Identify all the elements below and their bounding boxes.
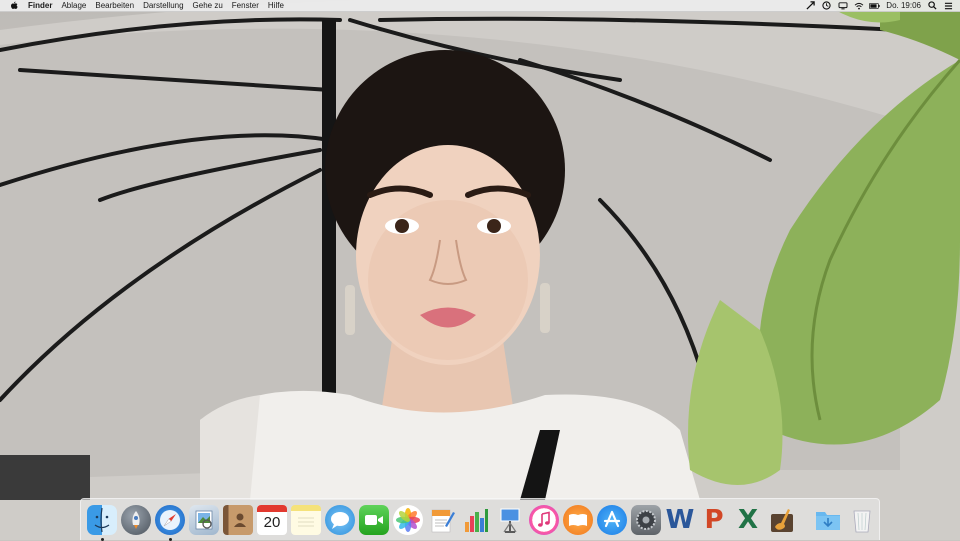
menu-gehe-zu[interactable]: Gehe zu bbox=[193, 0, 223, 11]
dock-item-photos[interactable] bbox=[393, 504, 423, 535]
dock-item-garageband[interactable] bbox=[767, 505, 797, 535]
dock-item-powerpoint[interactable]: P bbox=[699, 505, 729, 535]
powerpoint-icon: P bbox=[704, 504, 724, 535]
dock-item-safari[interactable] bbox=[155, 504, 185, 541]
display-icon[interactable] bbox=[837, 1, 848, 10]
trash-icon bbox=[853, 510, 871, 532]
apple-logo-icon[interactable] bbox=[10, 1, 20, 11]
running-indicator bbox=[169, 537, 172, 541]
dock-item-pages[interactable] bbox=[427, 505, 457, 535]
system-preferences-icon bbox=[636, 509, 656, 530]
menu-hilfe[interactable]: Hilfe bbox=[268, 0, 284, 11]
list-icon[interactable] bbox=[943, 1, 954, 10]
app-store-icon bbox=[603, 510, 621, 527]
dock-item-word[interactable]: W bbox=[665, 505, 695, 535]
numbers-icon bbox=[465, 508, 488, 532]
dock-item-excel[interactable]: X bbox=[733, 505, 763, 535]
dock-item-calendar[interactable]: 20 bbox=[257, 504, 287, 535]
dock-item-launchpad[interactable] bbox=[121, 504, 151, 535]
menu-bearbeiten[interactable]: Bearbeiten bbox=[95, 0, 134, 11]
dock: 20 W P X bbox=[80, 498, 880, 541]
notes-icon bbox=[298, 517, 314, 526]
calendar-header bbox=[257, 504, 287, 512]
ibooks-icon bbox=[569, 513, 587, 526]
running-indicator bbox=[101, 537, 104, 541]
dock-item-downloads[interactable] bbox=[813, 505, 843, 535]
menu-ablage[interactable]: Ablage bbox=[61, 0, 86, 11]
dock-item-numbers[interactable] bbox=[461, 505, 491, 535]
downloads-folder-icon bbox=[816, 511, 840, 530]
dock-item-preview[interactable] bbox=[189, 504, 219, 535]
dock-item-itunes[interactable] bbox=[529, 504, 559, 535]
scroll-arrow-icon[interactable] bbox=[805, 1, 816, 10]
wallpaper-photo bbox=[0, 0, 960, 540]
keynote-icon bbox=[500, 508, 520, 533]
photos-icon bbox=[396, 507, 420, 532]
dock-item-app-store[interactable] bbox=[597, 504, 627, 535]
itunes-icon bbox=[538, 511, 550, 527]
menu-app-name[interactable]: Finder bbox=[28, 0, 52, 11]
desktop-wallpaper bbox=[0, 0, 960, 540]
menu-fenster[interactable]: Fenster bbox=[232, 0, 259, 11]
launchpad-icon bbox=[132, 510, 140, 529]
garageband-icon bbox=[771, 508, 793, 532]
dock-item-messages[interactable] bbox=[325, 504, 355, 535]
dock-item-contacts[interactable] bbox=[223, 504, 253, 535]
menu-bar-status-area: Do. 19:06 bbox=[800, 0, 954, 11]
dock-item-notes[interactable] bbox=[291, 504, 321, 535]
calendar-date: 20 bbox=[263, 514, 281, 531]
word-icon: W bbox=[665, 504, 695, 535]
messages-icon bbox=[331, 511, 349, 529]
dock-item-ibooks[interactable] bbox=[563, 504, 593, 535]
menu-bar-clock[interactable]: Do. 19:06 bbox=[886, 0, 921, 11]
wifi-icon[interactable] bbox=[853, 1, 864, 10]
time-machine-icon[interactable] bbox=[821, 1, 832, 10]
pages-icon bbox=[431, 509, 455, 532]
safari-icon bbox=[160, 509, 180, 530]
dock-item-facetime[interactable] bbox=[359, 504, 389, 535]
preview-icon bbox=[195, 510, 213, 529]
dock-item-trash[interactable] bbox=[847, 505, 877, 535]
facetime-icon bbox=[365, 514, 383, 525]
contacts-icon bbox=[234, 513, 246, 527]
finder-icon bbox=[94, 507, 110, 532]
dock-item-system-preferences[interactable] bbox=[631, 504, 661, 535]
battery-icon[interactable] bbox=[869, 1, 880, 10]
dock-item-finder[interactable] bbox=[87, 504, 117, 541]
search-icon[interactable] bbox=[927, 1, 938, 10]
menu-bar: Finder Ablage Bearbeiten Darstellung Geh… bbox=[0, 0, 960, 12]
excel-icon: X bbox=[737, 504, 759, 535]
menu-darstellung[interactable]: Darstellung bbox=[143, 0, 183, 11]
dock-item-keynote[interactable] bbox=[495, 505, 525, 535]
